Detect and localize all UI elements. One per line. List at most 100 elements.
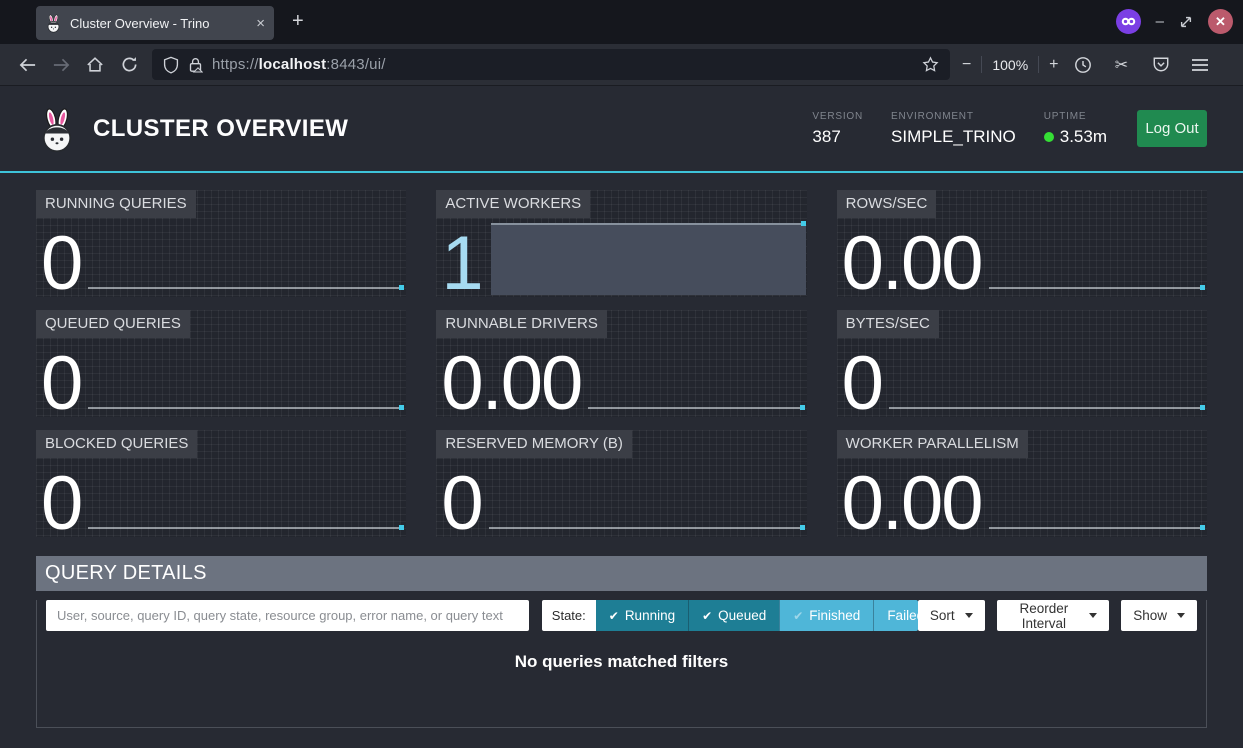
tile-value: 0.00	[842, 474, 982, 535]
minimize-button[interactable]: –	[1156, 13, 1164, 30]
sparkline-endpoint-dot	[800, 405, 805, 410]
tile-queued-queries: QUEUED QUERIES 0	[36, 310, 406, 417]
sparkline	[88, 527, 403, 529]
query-details-section: QUERY DETAILS State: ✔ Running ✔ Queued …	[36, 556, 1207, 728]
divider	[1038, 56, 1039, 73]
pocket-button[interactable]	[1147, 50, 1175, 80]
lock-icon[interactable]	[188, 56, 203, 73]
bookmark-star-icon[interactable]	[922, 56, 939, 73]
divider	[981, 56, 982, 73]
privacy-mask-icon[interactable]	[1116, 9, 1141, 34]
tile-label: WORKER PARALLELISM	[837, 430, 1028, 458]
zoom-out-button[interactable]: −	[962, 56, 971, 74]
tile-label: BLOCKED QUERIES	[36, 430, 197, 458]
tab-close-button[interactable]: ×	[256, 16, 265, 31]
sparkline	[989, 527, 1204, 529]
sort-dropdown-button[interactable]: Sort	[918, 600, 985, 631]
tile-label: BYTES/SEC	[837, 310, 939, 338]
stat-environment: ENVIRONMENT SIMPLE_TRINO	[891, 111, 1016, 147]
stat-uptime-label: UPTIME	[1044, 111, 1107, 122]
tile-value: 0.00	[441, 354, 581, 415]
sparkline-endpoint-dot	[399, 525, 404, 530]
shield-icon[interactable]	[163, 56, 179, 74]
stat-environment-label: ENVIRONMENT	[891, 111, 1016, 122]
hamburger-menu-button[interactable]	[1186, 50, 1214, 80]
screenshot-scissors-button[interactable]: ✂	[1108, 50, 1136, 80]
sparkline	[889, 407, 1204, 409]
reorder-interval-dropdown-button[interactable]: Reorder Interval	[997, 600, 1110, 631]
caret-down-icon	[1089, 613, 1097, 618]
tile-label: QUEUED QUERIES	[36, 310, 190, 338]
query-search-input[interactable]	[46, 600, 529, 631]
tile-label: RUNNING QUERIES	[36, 190, 196, 218]
tile-label: ACTIVE WORKERS	[436, 190, 590, 218]
sparkline-endpoint-dot	[1200, 405, 1205, 410]
zoom-in-button[interactable]: +	[1049, 56, 1058, 74]
sparkline-endpoint-dot	[1200, 525, 1205, 530]
caret-down-icon	[1177, 613, 1185, 618]
tile-running-queries: RUNNING QUERIES 0	[36, 190, 406, 297]
stat-uptime-value: 3.53m	[1060, 127, 1107, 147]
show-dropdown-button[interactable]: Show	[1121, 600, 1197, 631]
sparkline	[489, 527, 804, 529]
tile-label: RESERVED MEMORY (B)	[436, 430, 632, 458]
sparkline	[88, 407, 403, 409]
tile-value: 1	[441, 234, 481, 295]
uptime-status-dot	[1044, 132, 1054, 142]
tile-value: 0	[441, 474, 481, 535]
logout-button[interactable]: Log Out	[1137, 110, 1207, 147]
state-button-running[interactable]: ✔ Running	[596, 600, 688, 631]
new-tab-button[interactable]: +	[292, 10, 304, 33]
tile-blocked-queries: BLOCKED QUERIES 0	[36, 430, 406, 537]
close-window-button[interactable]: ✕	[1208, 9, 1233, 34]
tile-reserved-memory: RESERVED MEMORY (B) 0	[436, 430, 806, 537]
sparkline-endpoint-dot	[801, 221, 806, 226]
query-details-header: QUERY DETAILS	[36, 556, 1207, 591]
query-details-panel: State: ✔ Running ✔ Queued ✔ Finished Fai…	[36, 600, 1207, 728]
tile-value: 0	[41, 474, 81, 535]
sparkline	[588, 407, 803, 409]
restore-button[interactable]	[1179, 15, 1193, 29]
metrics-grid: RUNNING QUERIES 0 ACTIVE WORKERS 1 ROWS/…	[0, 173, 1243, 537]
tile-label: RUNNABLE DRIVERS	[436, 310, 607, 338]
tile-active-workers: ACTIVE WORKERS 1	[436, 190, 806, 297]
state-button-failed-dropdown[interactable]: Failed	[873, 600, 918, 631]
check-icon: ✔	[793, 609, 803, 623]
tile-bytes-per-sec: BYTES/SEC 0	[837, 310, 1207, 417]
history-clock-button[interactable]	[1069, 50, 1097, 80]
check-icon: ✔	[702, 609, 712, 623]
tile-worker-parallelism: WORKER PARALLELISM 0.00	[837, 430, 1207, 537]
browser-tab[interactable]: Cluster Overview - Trino ×	[36, 6, 274, 40]
tile-value: 0.00	[842, 234, 982, 295]
page-title: CLUSTER OVERVIEW	[93, 115, 348, 143]
sparkline-area-fill	[491, 223, 806, 295]
forward-button[interactable]	[44, 50, 78, 80]
back-button[interactable]	[10, 50, 44, 80]
sparkline	[88, 287, 403, 289]
state-button-queued[interactable]: ✔ Queued	[688, 600, 779, 631]
tile-value: 0	[842, 354, 882, 415]
tab-title: Cluster Overview - Trino	[70, 16, 248, 31]
url-text[interactable]: https://localhost:8443/ui/	[212, 56, 913, 73]
sparkline-endpoint-dot	[1200, 285, 1205, 290]
sparkline	[989, 287, 1204, 289]
stat-uptime: UPTIME 3.53m	[1044, 111, 1107, 147]
reload-button[interactable]	[112, 50, 146, 80]
zoom-level-button[interactable]: 100%	[992, 57, 1028, 73]
tile-label: ROWS/SEC	[837, 190, 937, 218]
stat-version-value: 387	[812, 127, 863, 147]
browser-toolbar: https://localhost:8443/ui/ − 100% + ✂	[0, 44, 1243, 86]
state-filter-group: State: ✔ Running ✔ Queued ✔ Finished Fai…	[542, 600, 918, 631]
stat-version-label: VERSION	[812, 111, 863, 122]
state-label: State:	[542, 600, 596, 631]
tile-value: 0	[41, 354, 81, 415]
sparkline-endpoint-dot	[399, 285, 404, 290]
home-button[interactable]	[78, 50, 112, 80]
check-icon: ✔	[609, 609, 619, 623]
stat-environment-value: SIMPLE_TRINO	[891, 127, 1016, 147]
stat-version: VERSION 387	[812, 111, 863, 147]
url-bar[interactable]: https://localhost:8443/ui/	[152, 49, 950, 80]
state-button-finished[interactable]: ✔ Finished	[779, 600, 873, 631]
empty-queries-message: No queries matched filters	[37, 652, 1206, 672]
app-header: CLUSTER OVERVIEW VERSION 387 ENVIRONMENT…	[0, 86, 1243, 173]
